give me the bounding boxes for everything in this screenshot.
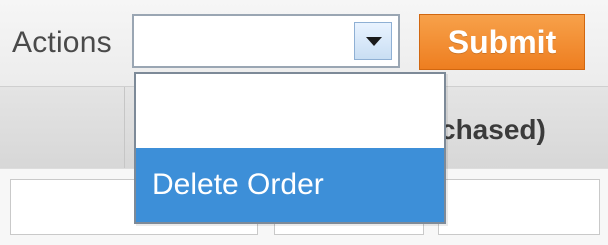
submit-button[interactable]: Submit [419, 14, 585, 70]
header-divider [124, 87, 125, 169]
dropdown-option-blank[interactable] [136, 74, 444, 148]
filter-input-right[interactable] [438, 179, 600, 235]
column-header-partial: chased) [440, 114, 546, 145]
actions-select[interactable] [132, 14, 400, 68]
actions-dropdown-list: Delete Order [134, 72, 446, 224]
dropdown-option-delete-order[interactable]: Delete Order [136, 148, 444, 222]
chevron-down-icon[interactable] [354, 22, 392, 60]
actions-label: Actions [12, 26, 112, 59]
